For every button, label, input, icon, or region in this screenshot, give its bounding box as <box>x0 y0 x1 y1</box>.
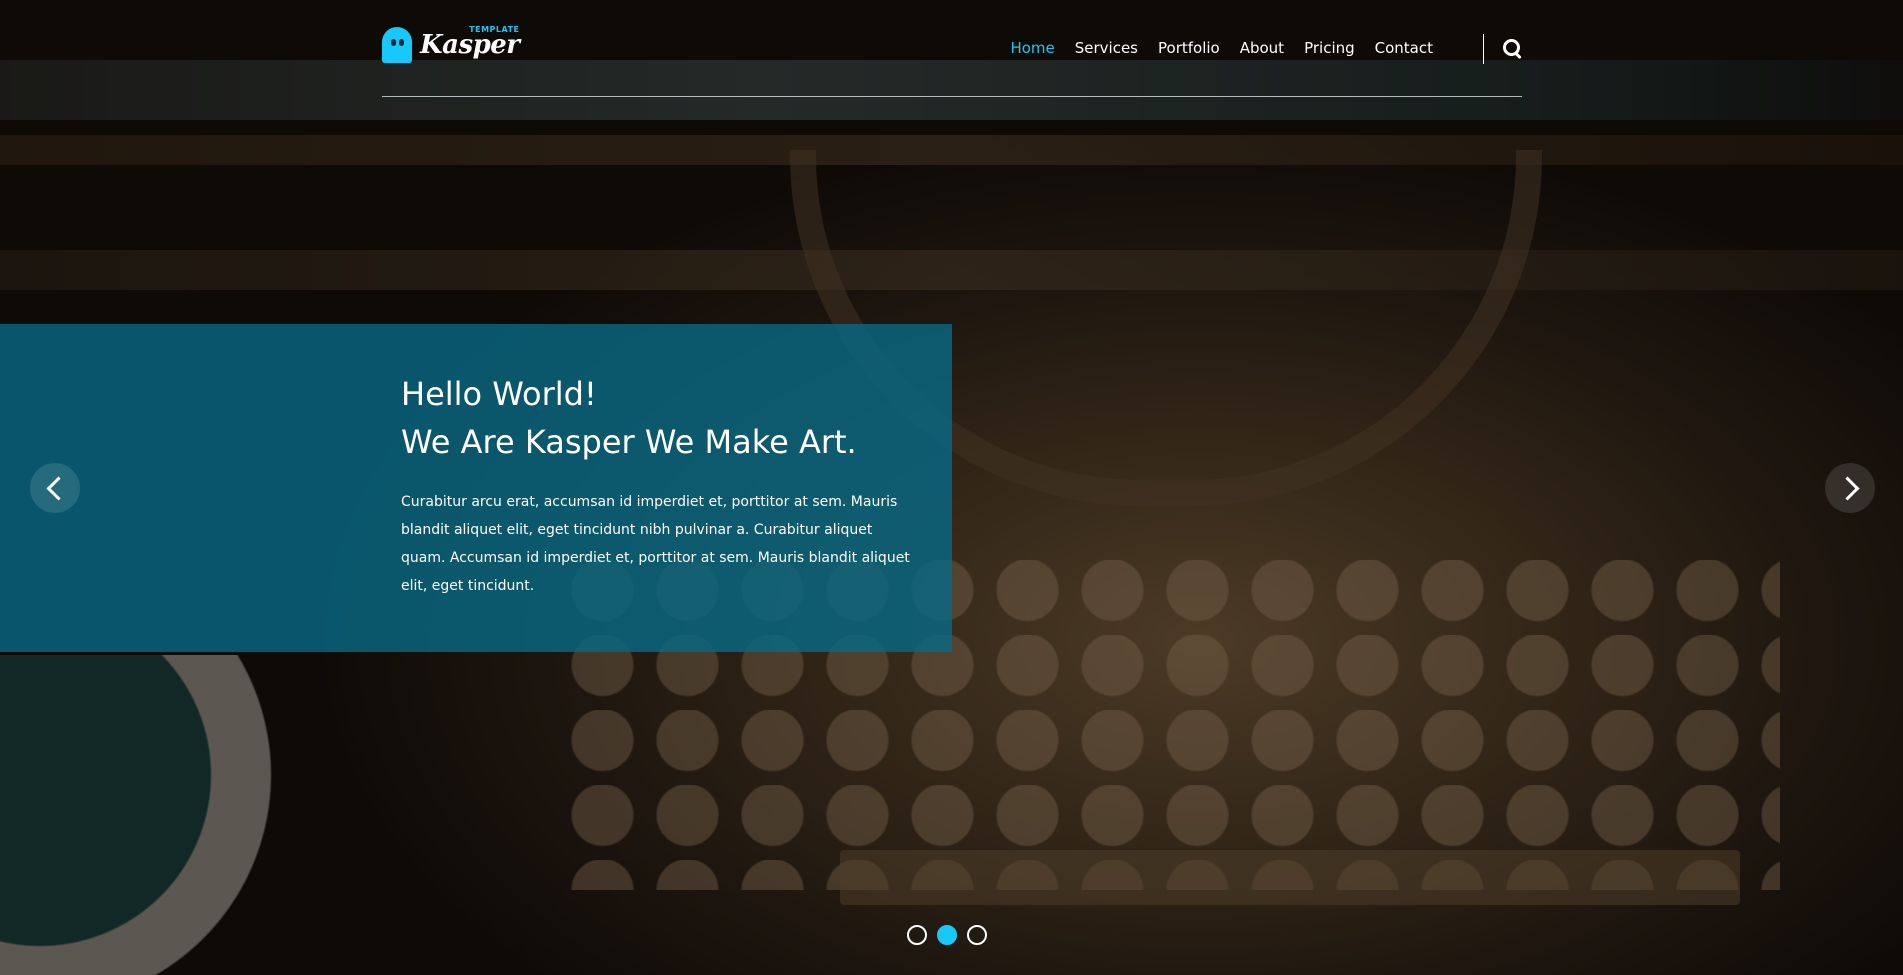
chevron-right-icon <box>1835 476 1860 501</box>
slider-next-button[interactable] <box>1825 463 1875 513</box>
hero-text-panel: Hello World! We Are Kasper We Make Art. … <box>0 324 952 652</box>
header-divider <box>382 96 1522 97</box>
ghost-icon <box>382 27 412 63</box>
logo-wordmark: Kasper <box>420 30 520 60</box>
site-header: TEMPLATE Kasper Home Services Portfolio … <box>382 0 1522 97</box>
nav-link-portfolio[interactable]: Portfolio <box>1148 38 1230 58</box>
hero-title-line-2: We Are Kasper We Make Art. <box>401 423 857 461</box>
nav-link-about[interactable]: About <box>1230 38 1294 58</box>
nav-link-services[interactable]: Services <box>1065 38 1148 58</box>
search-icon[interactable] <box>1500 36 1526 62</box>
main-nav: Home Services Portfolio About Pricing Co… <box>1000 38 1443 58</box>
hero-description: Curabitur arcu erat, accumsan id imperdi… <box>401 494 910 594</box>
slider-bullet-3[interactable] <box>967 925 987 945</box>
slider-prev-button[interactable] <box>30 463 80 513</box>
slider-bullet-1[interactable] <box>907 925 927 945</box>
slider-bullets <box>907 925 987 945</box>
chevron-left-icon <box>46 476 71 501</box>
nav-link-home[interactable]: Home <box>1000 38 1064 58</box>
hero-title-line-1: Hello World! <box>401 375 597 413</box>
site-logo[interactable]: TEMPLATE Kasper <box>382 25 520 64</box>
nav-divider <box>1483 34 1484 64</box>
hero-heading: Hello World! We Are Kasper We Make Art. <box>401 370 911 466</box>
nav-link-pricing[interactable]: Pricing <box>1294 38 1365 58</box>
logo-tagline: TEMPLATE <box>469 25 520 34</box>
slider-bullet-2[interactable] <box>937 925 957 945</box>
hero-content: Hello World! We Are Kasper We Make Art. … <box>401 370 911 600</box>
nav-link-contact[interactable]: Contact <box>1365 38 1443 58</box>
